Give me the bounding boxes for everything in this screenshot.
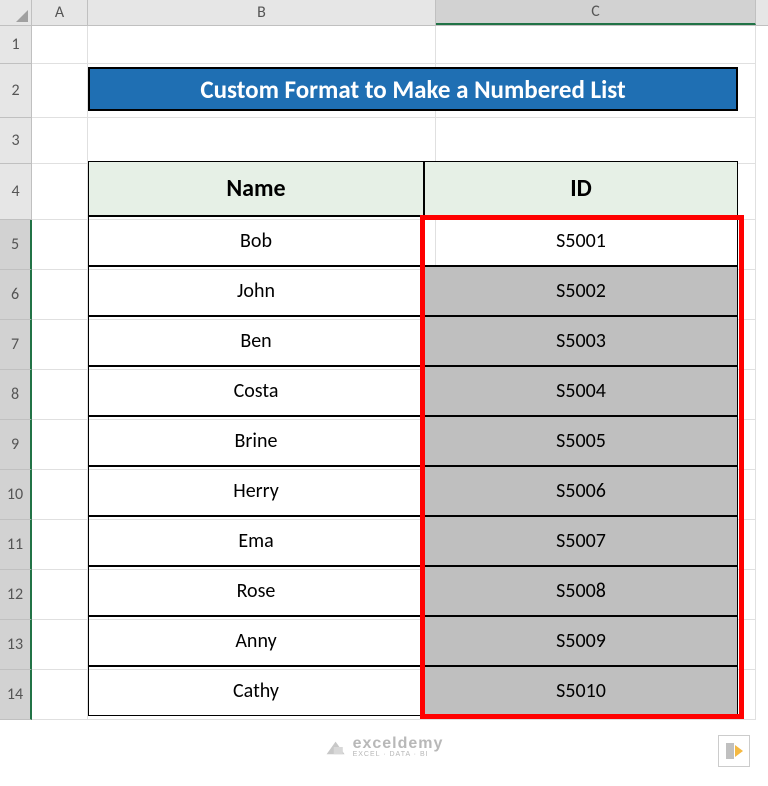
cell[interactable] xyxy=(32,164,88,220)
cell-id[interactable]: S5008 xyxy=(424,566,738,616)
row-header-14[interactable]: 14 xyxy=(0,670,32,720)
select-all-corner[interactable] xyxy=(0,0,32,26)
watermark-text: exceldemy EXCEL · DATA · BI xyxy=(353,735,444,758)
cell[interactable] xyxy=(32,26,88,64)
row-header-7[interactable]: 7 xyxy=(0,320,32,370)
cell[interactable] xyxy=(32,220,88,270)
quick-analysis-icon[interactable] xyxy=(718,735,750,767)
cell-id[interactable]: S5007 xyxy=(424,516,738,566)
row-header-9[interactable]: 9 xyxy=(0,420,32,470)
cell[interactable] xyxy=(32,370,88,420)
table-row: BobS5001 xyxy=(88,216,738,266)
table-row: CostaS5004 xyxy=(88,366,738,416)
cell-id[interactable]: S5010 xyxy=(424,666,738,716)
cell[interactable] xyxy=(32,270,88,320)
row-header-13[interactable]: 13 xyxy=(0,620,32,670)
row-header-1[interactable]: 1 xyxy=(0,26,32,64)
cell-id[interactable]: S5005 xyxy=(424,416,738,466)
table-row: HerryS5006 xyxy=(88,466,738,516)
watermark-logo-icon xyxy=(325,738,347,756)
column-headers: A B C xyxy=(32,0,768,26)
cell[interactable] xyxy=(32,64,88,118)
cell[interactable] xyxy=(32,320,88,370)
cell[interactable] xyxy=(436,118,756,164)
header-name[interactable]: Name xyxy=(88,161,424,216)
row-header-3[interactable]: 3 xyxy=(0,118,32,164)
cell[interactable] xyxy=(32,520,88,570)
cell-id[interactable]: S5006 xyxy=(424,466,738,516)
grid-row xyxy=(32,118,768,164)
cell-id[interactable]: S5009 xyxy=(424,616,738,666)
table-header-row: Name ID xyxy=(88,161,738,216)
row-header-11[interactable]: 11 xyxy=(0,520,32,570)
watermark-brand: exceldemy xyxy=(353,735,444,752)
cell-name[interactable]: Cathy xyxy=(88,666,424,716)
row-header-6[interactable]: 6 xyxy=(0,270,32,320)
row-header-5[interactable]: 5 xyxy=(0,220,32,270)
row-header-4[interactable]: 4 xyxy=(0,164,32,220)
spreadsheet-area: A B C 1234567891011121314 Custom Format … xyxy=(0,0,768,786)
cell-name[interactable]: Bob xyxy=(88,216,424,266)
table-row: EmaS5007 xyxy=(88,516,738,566)
cell-name[interactable]: Rose xyxy=(88,566,424,616)
table-row: BenS5003 xyxy=(88,316,738,366)
cell[interactable] xyxy=(32,620,88,670)
row-header-10[interactable]: 10 xyxy=(0,470,32,520)
cell[interactable] xyxy=(32,420,88,470)
cell-id[interactable]: S5003 xyxy=(424,316,738,366)
cell[interactable] xyxy=(32,670,88,720)
cell[interactable] xyxy=(436,26,756,64)
watermark-sub: EXCEL · DATA · BI xyxy=(353,751,444,758)
cell-name[interactable]: Herry xyxy=(88,466,424,516)
col-header-a[interactable]: A xyxy=(32,0,88,25)
grid-row xyxy=(32,26,768,64)
cell[interactable] xyxy=(32,470,88,520)
cell[interactable] xyxy=(32,570,88,620)
col-header-b[interactable]: B xyxy=(88,0,436,25)
table-row: AnnyS5009 xyxy=(88,616,738,666)
row-header-2[interactable]: 2 xyxy=(0,64,32,118)
data-table: Name ID BobS5001JohnS5002BenS5003CostaS5… xyxy=(88,161,738,716)
header-id[interactable]: ID xyxy=(424,161,738,216)
cell-id[interactable]: S5002 xyxy=(424,266,738,316)
cell[interactable] xyxy=(88,118,436,164)
cell-name[interactable]: Ema xyxy=(88,516,424,566)
cell-id[interactable]: S5004 xyxy=(424,366,738,416)
watermark: exceldemy EXCEL · DATA · BI xyxy=(325,735,444,758)
cell-name[interactable]: Ben xyxy=(88,316,424,366)
row-header-8[interactable]: 8 xyxy=(0,370,32,420)
table-row: JohnS5002 xyxy=(88,266,738,316)
cell-name[interactable]: Anny xyxy=(88,616,424,666)
table-row: CathyS5010 xyxy=(88,666,738,716)
page-title: Custom Format to Make a Numbered List xyxy=(88,67,738,111)
table-row: RoseS5008 xyxy=(88,566,738,616)
row-header-12[interactable]: 12 xyxy=(0,570,32,620)
cell-name[interactable]: Costa xyxy=(88,366,424,416)
row-headers: 1234567891011121314 xyxy=(0,26,32,720)
cell-name[interactable]: Brine xyxy=(88,416,424,466)
table-row: BrineS5005 xyxy=(88,416,738,466)
cell-id[interactable]: S5001 xyxy=(424,216,738,266)
cell-name[interactable]: John xyxy=(88,266,424,316)
col-header-c[interactable]: C xyxy=(436,0,756,25)
cell[interactable] xyxy=(32,118,88,164)
cell[interactable] xyxy=(88,26,436,64)
